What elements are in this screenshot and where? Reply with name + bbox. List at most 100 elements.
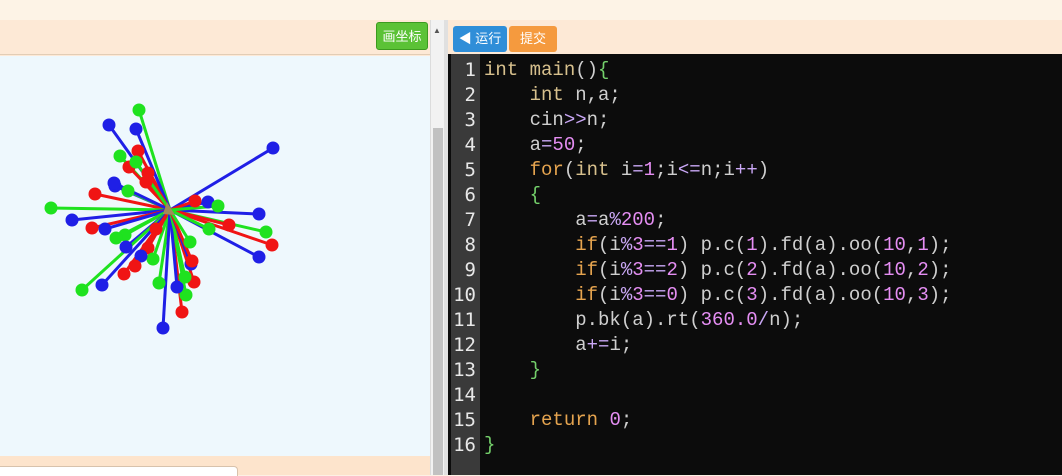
code-token: ).fd(a).oo( xyxy=(757,284,884,306)
turtle-dot xyxy=(65,213,79,227)
turtle-dot xyxy=(44,201,58,215)
code-token: ); xyxy=(928,234,952,256)
code-token: / xyxy=(757,309,770,331)
code-token: n; xyxy=(586,109,610,131)
code-token: { xyxy=(529,184,542,206)
submit-button[interactable]: 提交 xyxy=(509,26,557,52)
code-token: 3 xyxy=(632,284,644,306)
turtle-dot xyxy=(129,122,143,136)
turtle-dot xyxy=(175,305,189,319)
code-token: 2 xyxy=(746,259,758,281)
code-token: a xyxy=(598,209,610,231)
code-token: 0 xyxy=(666,284,678,306)
line-number: 1 xyxy=(464,59,476,81)
turtle-dot xyxy=(132,103,146,117)
code-token: += xyxy=(586,334,610,356)
code-token: main xyxy=(529,59,576,81)
turtle-dot xyxy=(252,207,266,221)
code-token: ( xyxy=(563,159,576,181)
code-token: == xyxy=(643,259,667,281)
code-token: % xyxy=(620,259,633,281)
code-token: { xyxy=(598,59,610,81)
line-number: 14 xyxy=(453,384,476,406)
code-token: int xyxy=(575,159,610,181)
code-line: if(i%3==2) p.c(2).fd(a).oo(10,2); xyxy=(484,258,951,283)
run-button[interactable]: ◀ 运行 xyxy=(453,26,507,52)
turtle-canvas xyxy=(0,56,430,456)
code-token: ) p.c( xyxy=(677,259,747,281)
code-token: 3 xyxy=(632,259,644,281)
code-token: 200 xyxy=(620,209,656,231)
line-number-gutter: 1 2 3 4 5 6 7 8 9 10 11 12 13 14 15 16 xyxy=(451,54,480,475)
turtle-dot xyxy=(85,221,99,235)
draw-axis-button[interactable]: 画坐标 xyxy=(376,22,428,50)
code-token: if xyxy=(575,259,599,281)
turtle-dot xyxy=(152,276,166,290)
code-token: , xyxy=(905,284,918,306)
code-token: = xyxy=(541,134,553,156)
code-token: n;i xyxy=(700,159,735,181)
turtle-dot xyxy=(102,118,116,132)
turtle-dot xyxy=(75,283,89,297)
code-token: 1 xyxy=(666,234,678,256)
code-token: i xyxy=(609,159,633,181)
code-token: 1 xyxy=(917,234,929,256)
turtle-dot xyxy=(119,240,133,254)
line-number: 6 xyxy=(464,184,476,206)
line-number: 9 xyxy=(464,259,476,281)
code-area[interactable]: int main(){ int n,a; cin>>n; a=50; for(i… xyxy=(484,58,952,458)
scroll-up-icon[interactable]: ▲ xyxy=(433,26,441,35)
line-number: 5 xyxy=(464,159,476,181)
code-token: ; xyxy=(655,209,667,231)
code-token: ; xyxy=(620,409,633,431)
turtle-dot xyxy=(129,155,143,169)
code-token: a xyxy=(484,209,587,231)
code-line: int n,a; xyxy=(484,83,952,108)
line-number: 12 xyxy=(453,334,476,356)
turtle-drawing xyxy=(44,103,280,335)
top-bar xyxy=(0,0,1062,21)
code-token: if xyxy=(575,284,599,306)
code-token: ;i xyxy=(655,159,678,181)
code-token: 10 xyxy=(883,259,906,281)
code-token: 2 xyxy=(917,259,929,281)
code-token: } xyxy=(484,434,496,456)
turtle-dot xyxy=(131,144,145,158)
code-token: for xyxy=(529,159,564,181)
turtle-dot xyxy=(95,278,109,292)
code-token: = xyxy=(586,209,599,231)
code-editor[interactable]: 1 2 3 4 5 6 7 8 9 10 11 12 13 14 15 16 int main(){ int … xyxy=(448,54,1062,475)
code-token: (i xyxy=(598,259,621,281)
code-token: % xyxy=(620,234,633,256)
code-token: p.bk(a).rt( xyxy=(484,309,701,331)
vertical-scrollbar[interactable]: ▲ xyxy=(430,20,445,475)
code-line: return 0; xyxy=(484,408,952,433)
code-token: (i xyxy=(598,234,621,256)
code-token: i; xyxy=(609,334,633,356)
code-token: ; xyxy=(575,134,587,156)
code-line: cin>>n; xyxy=(484,108,952,133)
code-token: , xyxy=(905,234,918,256)
turtle-dot xyxy=(156,321,170,335)
code-token: % xyxy=(609,209,621,231)
turtle-dot xyxy=(121,184,135,198)
line-number: 8 xyxy=(464,234,476,256)
turtle-dot xyxy=(265,238,279,252)
code-token: <= xyxy=(677,159,701,181)
scrollbar-thumb[interactable] xyxy=(433,128,443,475)
code-token: == xyxy=(643,284,667,306)
turtle-dot xyxy=(222,218,236,232)
code-token: a xyxy=(484,134,542,156)
turtle-dot xyxy=(128,259,142,273)
line-number: 13 xyxy=(453,359,476,381)
line-number: 3 xyxy=(464,109,476,131)
turtle-dot xyxy=(146,252,160,266)
turtle-dot xyxy=(188,194,202,208)
